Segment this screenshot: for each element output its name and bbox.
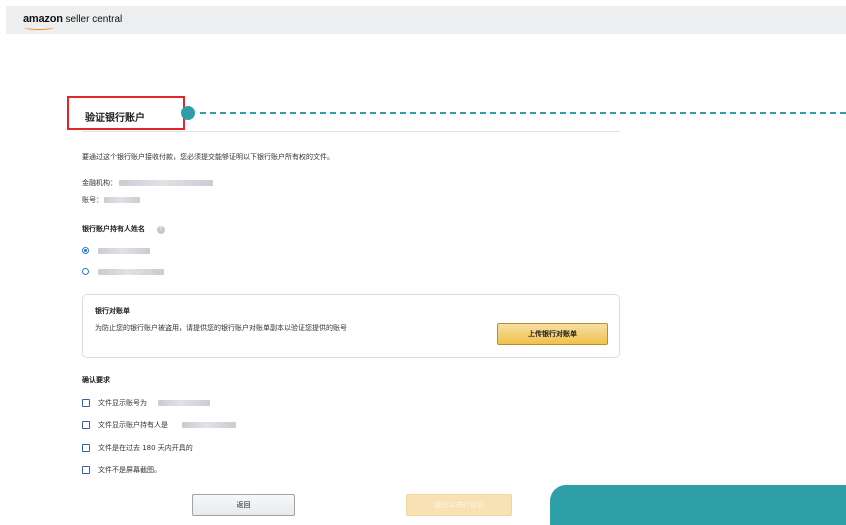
statement-title: 银行对账单 xyxy=(95,307,130,315)
intro-text: 要通过这个银行账户接收付款，您必须提交能够证明以下银行账户所有权的文件。 xyxy=(82,153,334,161)
submit-verification-button[interactable]: 提交以进行验证 xyxy=(406,494,512,516)
requirement-2-redacted xyxy=(182,422,236,428)
requirement-label-4: 文件不是屏幕截图。 xyxy=(98,466,161,474)
page-title: 验证银行账户 xyxy=(85,113,145,124)
title-divider xyxy=(82,131,620,132)
holder-name-1-redacted xyxy=(98,248,150,254)
holder-name-2-redacted xyxy=(98,269,164,275)
requirements-heading: 确认要求 xyxy=(82,376,110,384)
requirement-checkbox-1[interactable] xyxy=(82,399,90,407)
requirement-checkbox-2[interactable] xyxy=(82,421,90,429)
logo-brand: amazon xyxy=(23,13,63,25)
holder-radio-1[interactable] xyxy=(82,247,89,254)
institution-value-redacted xyxy=(119,180,213,186)
requirement-label-2: 文件显示账户持有人是 xyxy=(98,421,168,429)
requirement-checkbox-4[interactable] xyxy=(82,466,90,474)
highlight-box: 验证银行账户 xyxy=(67,96,185,130)
top-bar: amazon seller central xyxy=(6,6,846,34)
requirement-label-3: 文件是在过去 180 天内开具的 xyxy=(98,444,193,452)
holder-heading: 银行账户持有人姓名 xyxy=(82,225,145,233)
back-button[interactable]: 返回 xyxy=(192,494,295,516)
account-label: 账号： xyxy=(82,196,103,204)
requirement-1-redacted xyxy=(158,400,210,406)
dashed-connector xyxy=(200,112,846,114)
step-dot-icon xyxy=(181,106,195,120)
requirement-checkbox-3[interactable] xyxy=(82,444,90,452)
logo-text: seller central xyxy=(62,14,123,25)
account-value-redacted xyxy=(104,197,140,203)
holder-radio-2[interactable] xyxy=(82,268,89,275)
teal-overlay-panel xyxy=(550,485,846,525)
requirement-label-1: 文件显示账号为 xyxy=(98,399,147,407)
amazon-smile-icon xyxy=(24,25,54,30)
seller-central-logo[interactable]: amazon seller central xyxy=(23,13,123,30)
upload-statement-button[interactable]: 上传银行对账单 xyxy=(497,323,608,345)
help-icon[interactable]: ? xyxy=(157,226,165,234)
institution-label: 金融机构： xyxy=(82,179,117,187)
statement-description: 为防止您的银行账户被盗用，请提供您的银行账户对账单副本以验证您提供的账号 xyxy=(95,324,347,332)
